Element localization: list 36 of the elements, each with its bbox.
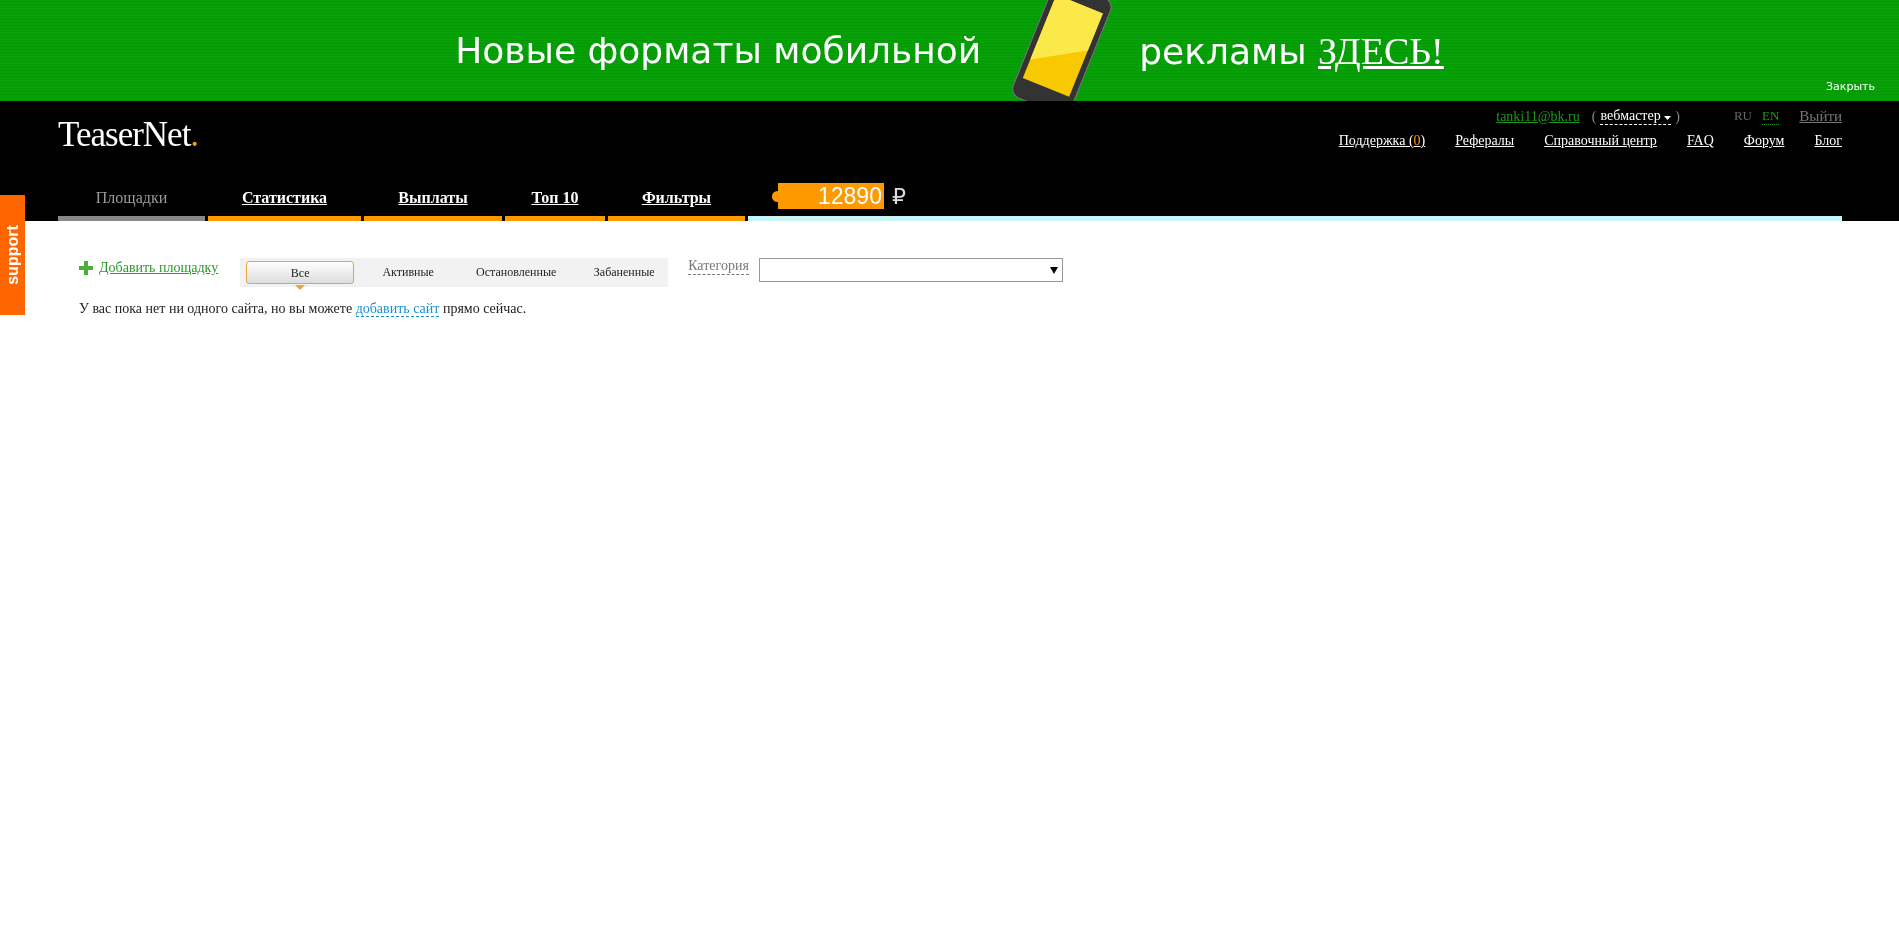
filter-tab[interactable]: Забаненные (570, 261, 679, 284)
nav-tab[interactable]: Площадки (58, 183, 205, 221)
nav-tab[interactable]: Фильтры (608, 183, 745, 221)
filter-tab[interactable]: Активные (354, 261, 463, 284)
add-site-link[interactable]: Добавить площадку (79, 260, 219, 276)
banner-headline: Новые форматы мобильной (455, 30, 982, 71)
dropdown-arrow-icon (1049, 266, 1058, 274)
empty-message: У вас пока нет ни одного сайта, но вы можете добавить сайт прямо сейчас. (79, 301, 528, 317)
language-link[interactable]: EN (1761, 108, 1780, 125)
language-link[interactable]: RU (1733, 108, 1752, 125)
add-site-inline-link[interactable]: добавить сайт (355, 301, 440, 317)
header-link[interactable]: FAQ (1686, 133, 1714, 149)
caret-icon (1664, 116, 1672, 120)
category-select[interactable] (758, 258, 1063, 282)
currency-sign: ₽ (891, 183, 906, 210)
balance-badge: 12890 (778, 183, 884, 209)
nav-tab[interactable]: Топ 10 (505, 183, 605, 221)
header-link[interactable]: Справочный центр (1544, 133, 1657, 149)
nav-tab[interactable]: Выплаты (364, 183, 502, 221)
nav-tab[interactable]: Статистика (208, 183, 361, 221)
bracket: ( (1591, 108, 1597, 125)
header-link[interactable]: Рефералы (1455, 133, 1515, 149)
logout-link[interactable]: Выйти (1799, 108, 1842, 125)
banner-headline-end: рекламы (1139, 30, 1307, 72)
filter-tab[interactable]: Все (246, 261, 355, 284)
header-link[interactable]: Поддержка (0) (1338, 133, 1426, 149)
logo[interactable]: TeaserNet. (58, 115, 199, 183)
plus-icon (79, 261, 93, 275)
header-link[interactable]: Блог (1814, 133, 1842, 149)
bracket: ) (1675, 108, 1680, 125)
email-link[interactable]: tanki11@bk.ru (1496, 108, 1580, 125)
category-label[interactable]: Категория (688, 258, 749, 275)
pointer-icon (295, 285, 306, 290)
role-dropdown[interactable]: вебмастер (1600, 108, 1672, 125)
filter-tab[interactable]: Остановленные (462, 261, 571, 284)
header-link[interactable]: Форум (1743, 133, 1785, 149)
